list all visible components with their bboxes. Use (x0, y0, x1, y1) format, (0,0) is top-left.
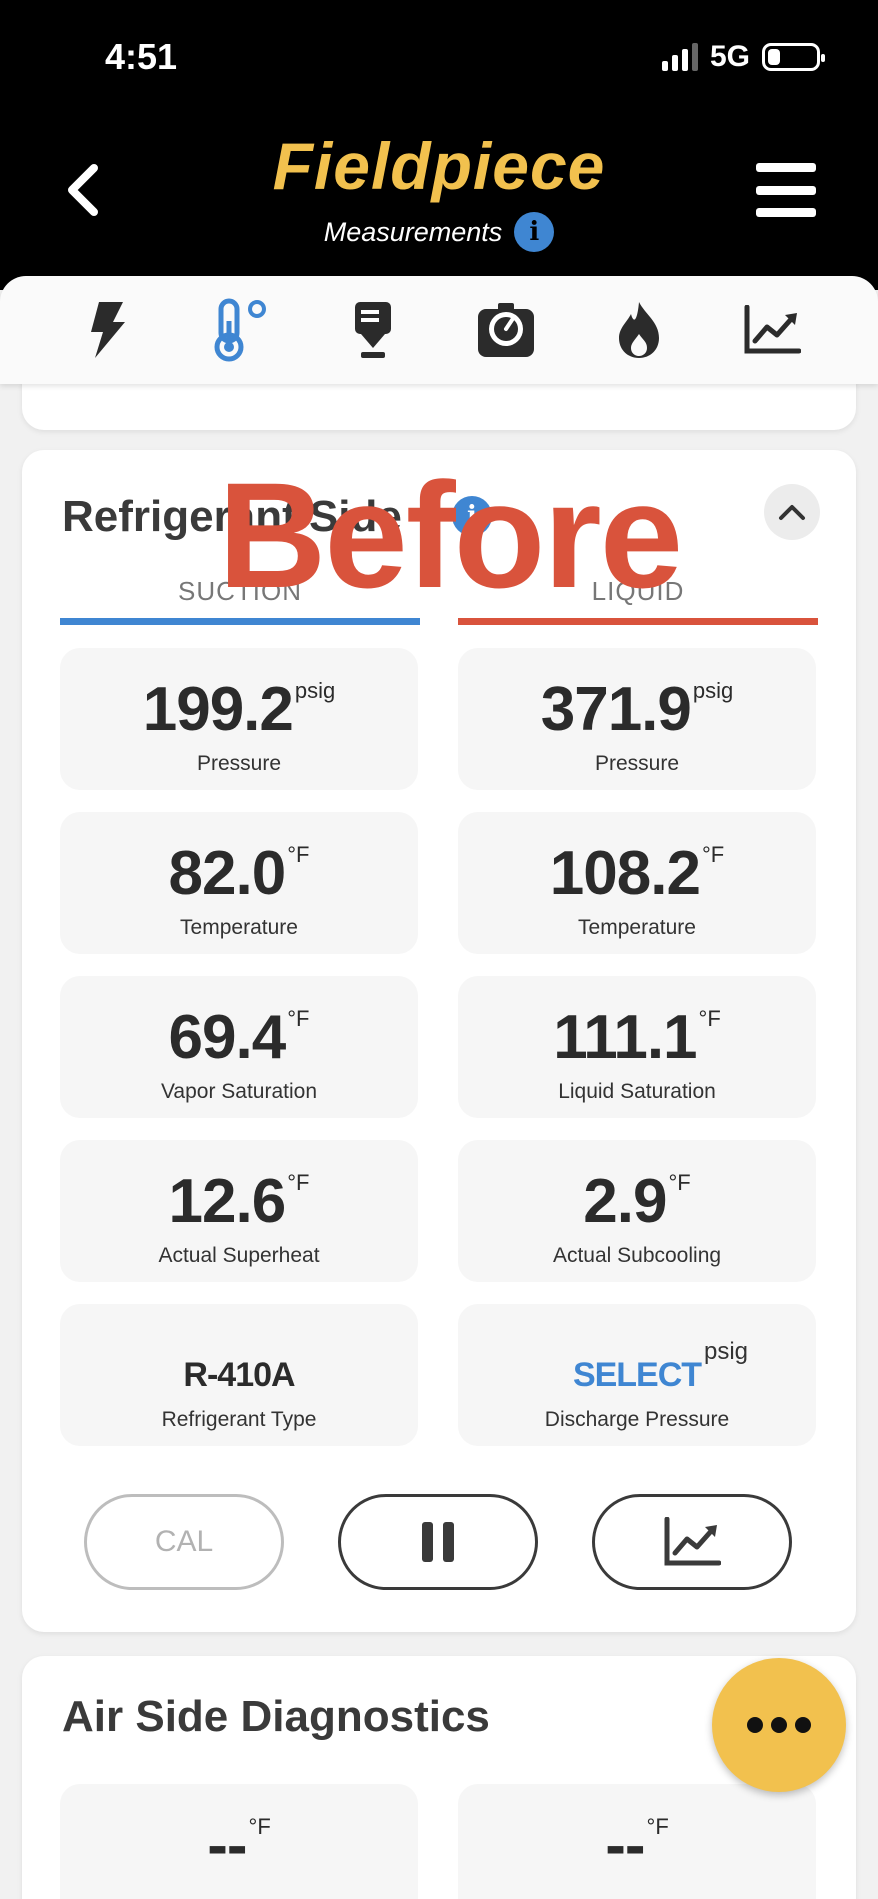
reading-label: Vapor Saturation (160, 1080, 318, 1103)
chevron-up-icon (779, 505, 805, 520)
reading-value: 371.9psig (540, 675, 734, 744)
reading-label: Actual Superheat (158, 1244, 320, 1267)
reading-unit: °F (287, 1170, 310, 1195)
liquid-underline (458, 618, 818, 625)
app-header: 4:51 5G Fieldpiece Measurements i (0, 0, 878, 290)
fieldpiece-logo: Fieldpiece (272, 129, 606, 203)
reading-label: Pressure (594, 752, 680, 775)
thermometer-icon (214, 298, 266, 362)
reading-value: --°F (605, 1811, 669, 1880)
battery-icon (762, 43, 825, 71)
reading-value: 82.0°F (168, 839, 310, 908)
pause-icon (422, 1522, 454, 1562)
reading-unit: °F (668, 1170, 691, 1195)
temperature-tab[interactable] (203, 293, 277, 367)
reading-value: 108.2°F (549, 839, 725, 908)
reading-label: Liquid Saturation (558, 1080, 716, 1103)
charts-tab[interactable] (735, 293, 809, 367)
discharge-pressure-tile[interactable]: SELECT psig Discharge Pressure (458, 1304, 816, 1446)
before-watermark: Before (218, 451, 683, 619)
pause-button[interactable] (338, 1494, 538, 1590)
more-options-button[interactable] (712, 1658, 846, 1792)
reading-unit: °F (248, 1814, 271, 1839)
reading-label: Temperature (180, 916, 298, 939)
actual-subcooling-tile[interactable]: 2.9°F Actual Subcooling (458, 1140, 816, 1282)
hamburger-menu-button[interactable] (756, 163, 816, 217)
flame-icon (618, 302, 659, 358)
page-subtitle: Measurements i (0, 212, 878, 252)
actual-superheat-tile[interactable]: 12.6°F Actual Superheat (60, 1140, 418, 1282)
refrigerant-type-tile[interactable]: R-410A Refrigerant Type (60, 1304, 418, 1446)
liquid-saturation-tile[interactable]: 111.1°F Liquid Saturation (458, 976, 816, 1118)
refrigerant-value: R-410A (183, 1356, 295, 1394)
reading-label: Temperature (578, 916, 696, 939)
liquid-pressure-tile[interactable]: 371.9psig Pressure (458, 648, 816, 790)
network-label: 5G (709, 40, 750, 73)
reading-unit: psig (692, 678, 734, 703)
subtitle-text: Measurements (323, 216, 503, 247)
line-chart-icon (744, 305, 801, 354)
cal-button[interactable]: CAL (84, 1494, 284, 1590)
reading-value: --°F (207, 1811, 271, 1880)
reading-unit: psig (703, 1338, 748, 1365)
reading-label: Actual Subcooling (552, 1244, 722, 1267)
reading-label: Pressure (196, 752, 282, 775)
select-link[interactable]: SELECT (458, 1356, 816, 1395)
liquid-temperature-tile[interactable]: 108.2°F Temperature (458, 812, 816, 954)
signal-icon (661, 43, 698, 71)
reading-label: Discharge Pressure (544, 1408, 730, 1431)
download-icon (354, 302, 391, 358)
reading-value: 12.6°F (168, 1167, 310, 1236)
gauge-icon (477, 303, 534, 357)
reading-value: 199.2psig (142, 675, 336, 744)
status-time: 4:51 (105, 36, 178, 77)
reading-unit: psig (294, 678, 336, 703)
suction-pressure-tile[interactable]: 199.2psig Pressure (60, 648, 418, 790)
vapor-saturation-tile[interactable]: 69.4°F Vapor Saturation (60, 976, 418, 1118)
more-dot-icon (747, 1717, 763, 1733)
reading-unit: °F (287, 842, 310, 867)
reading-unit: °F (698, 1006, 721, 1031)
info-icon[interactable]: i (514, 212, 555, 252)
gauge-tab[interactable] (469, 293, 543, 367)
suction-temperature-tile[interactable]: 82.0°F Temperature (60, 812, 418, 954)
reading-unit: °F (646, 1814, 669, 1839)
reading-unit: °F (701, 842, 725, 867)
measurement-tabbar (0, 276, 878, 384)
more-dot-icon (795, 1717, 811, 1733)
reading-label: Refrigerant Type (161, 1408, 317, 1431)
download-tab[interactable] (336, 293, 410, 367)
combustion-tab[interactable] (602, 293, 676, 367)
lightning-bolt-icon (90, 302, 125, 358)
status-indicators: 5G (661, 40, 825, 74)
air-left-tile[interactable]: --°F (60, 1784, 418, 1899)
reading-value: 2.9°F (583, 1167, 691, 1236)
air-right-tile[interactable]: --°F (458, 1784, 816, 1899)
reading-value: 69.4°F (168, 1003, 310, 1072)
line-chart-icon (664, 1517, 721, 1566)
reading-unit: °F (287, 1006, 310, 1031)
collapse-button[interactable] (764, 484, 820, 540)
suction-underline (60, 618, 420, 625)
chart-button[interactable] (592, 1494, 792, 1590)
refrigerant-side-card: Refrigerant Side i SUCTION LIQUID 199.2p… (22, 450, 856, 1632)
more-dot-icon (771, 1717, 787, 1733)
card-title: Air Side Diagnostics (62, 1692, 490, 1741)
electrical-tab[interactable] (70, 293, 144, 367)
reading-value: 111.1°F (553, 1003, 721, 1072)
